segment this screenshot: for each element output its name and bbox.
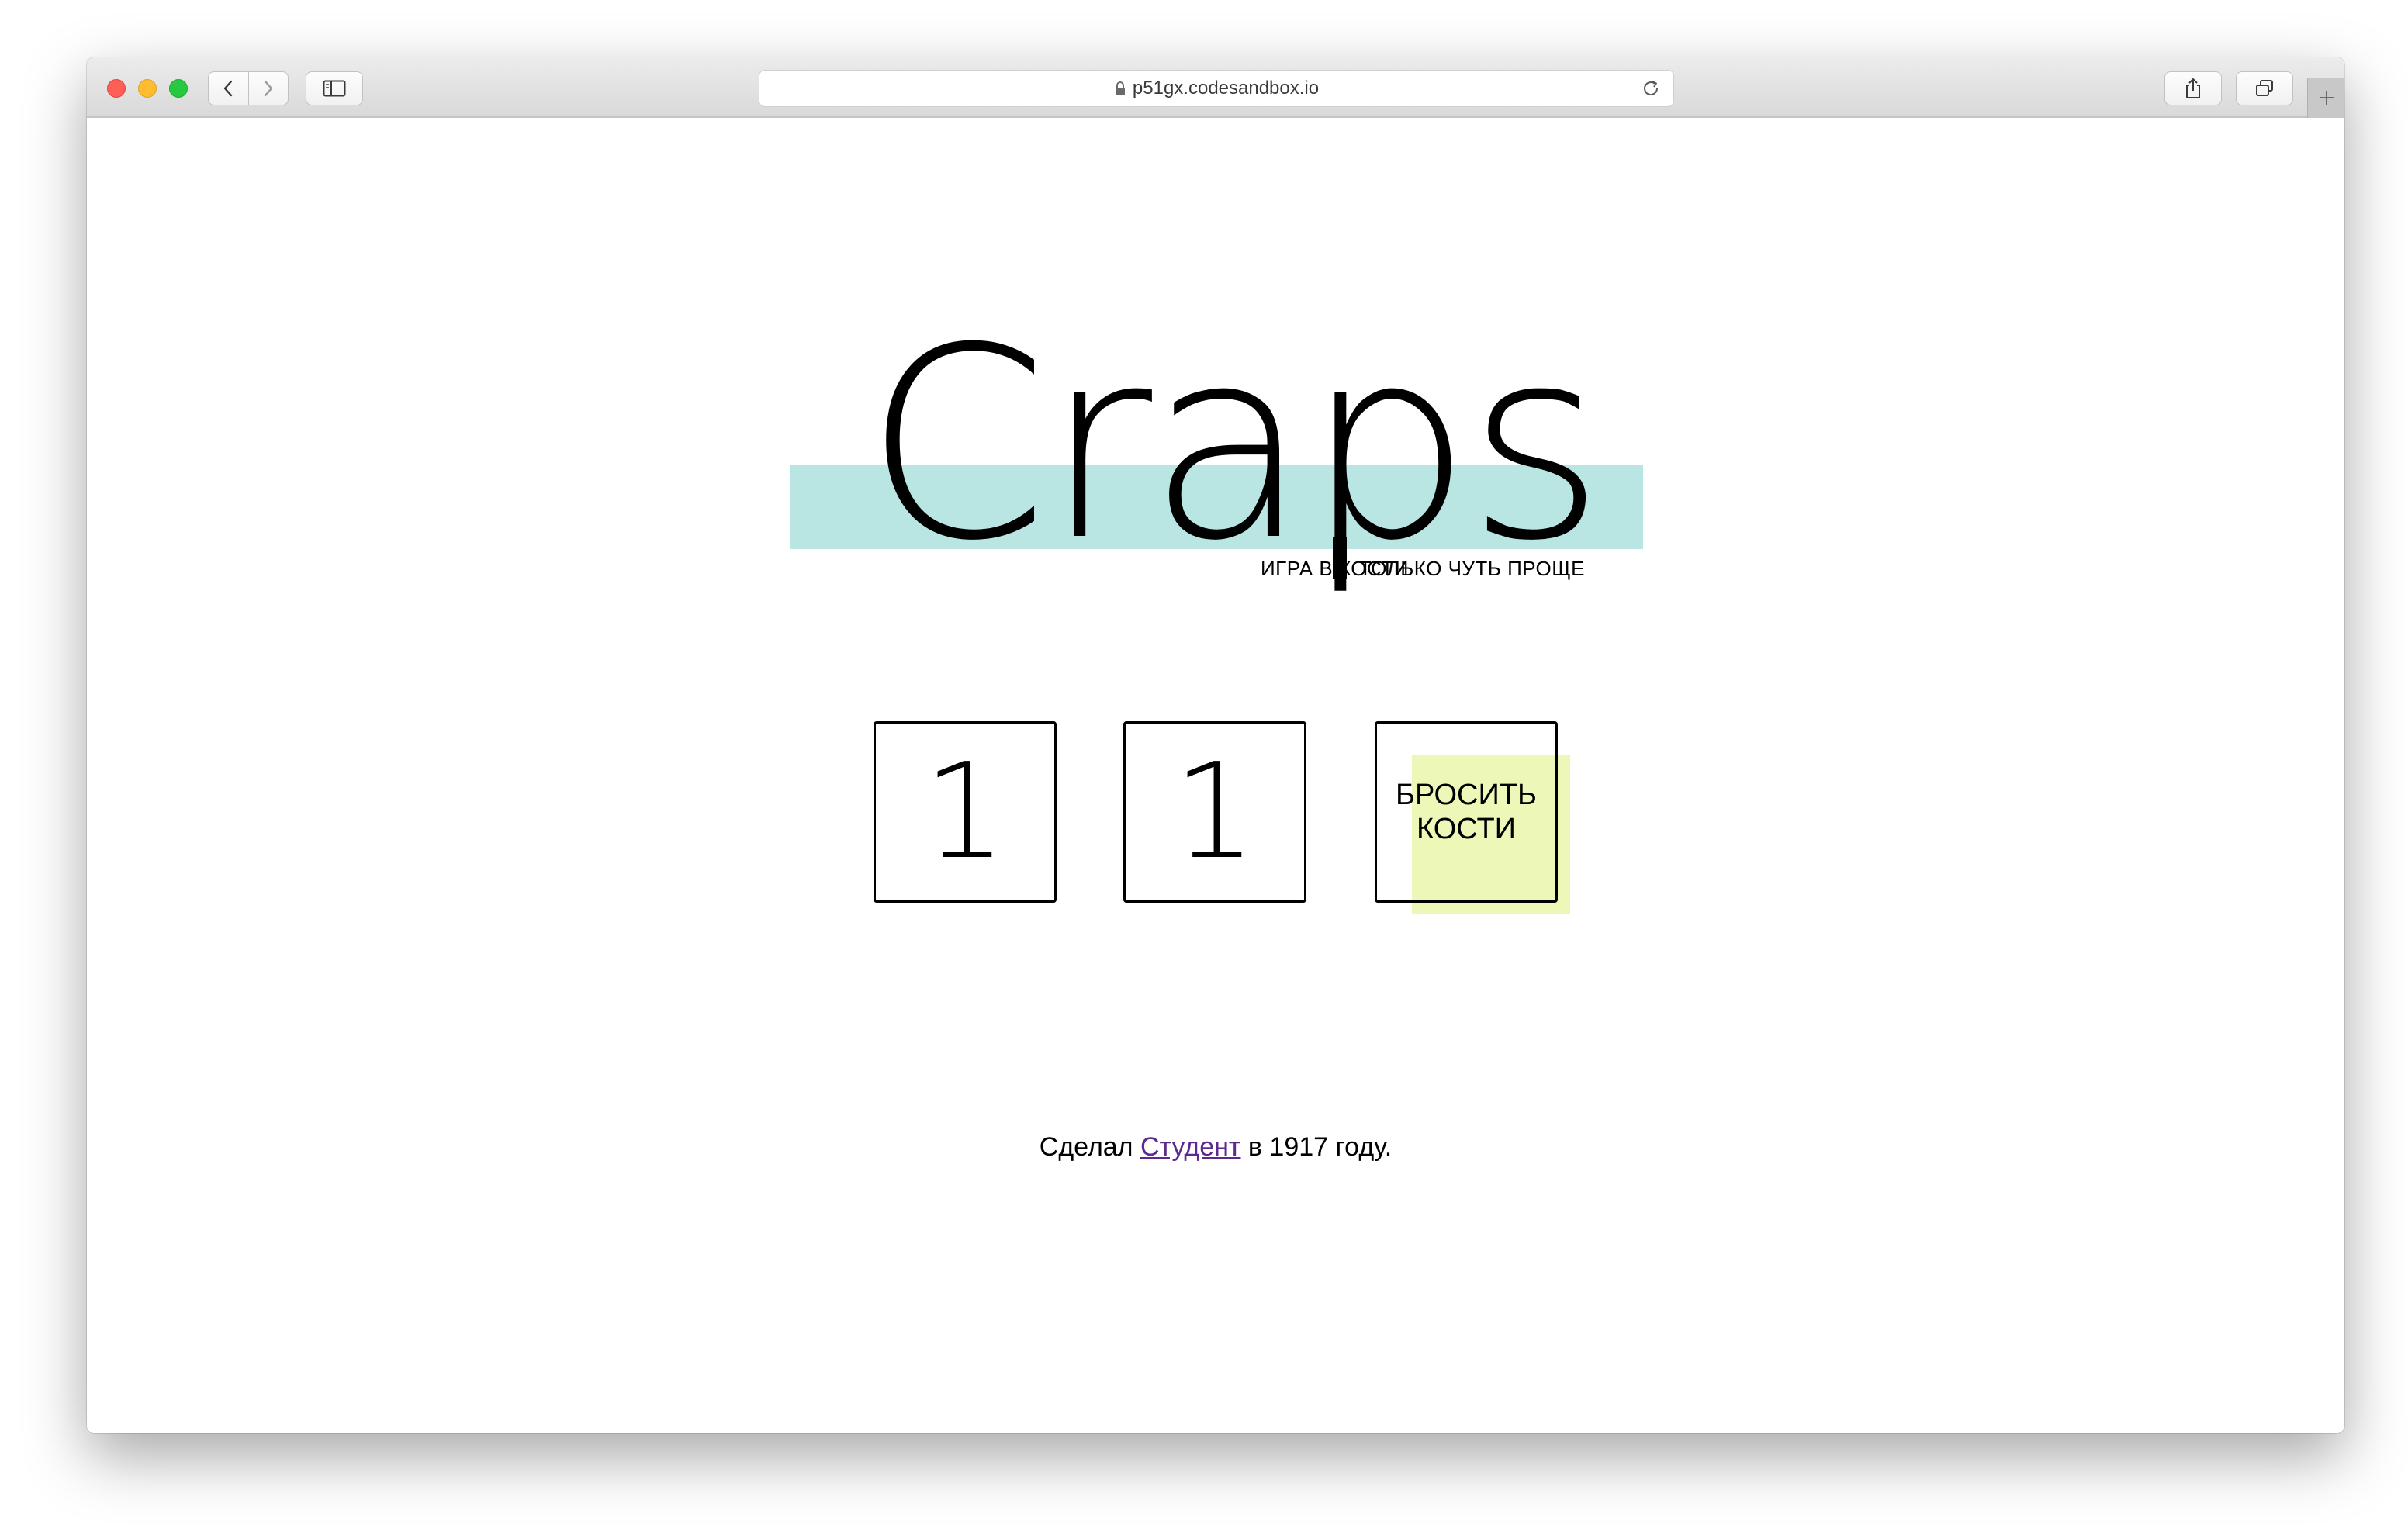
browser-window: p51gx.codesandbox.io Craps ИГРА В КОСТИ … — [87, 57, 2344, 1433]
logo-title: Craps — [864, 292, 1605, 599]
browser-toolbar: p51gx.codesandbox.io — [87, 57, 2344, 118]
die-1: 1 — [874, 721, 1057, 903]
tabs-overview-icon — [2256, 80, 2273, 96]
back-button[interactable] — [209, 72, 248, 105]
footer-suffix: в 1917 году. — [1247, 1132, 1393, 1162]
roll-dice-area: БРОСИТЬ КОСТИ — [1375, 721, 1570, 917]
die-2: 1 — [1123, 721, 1306, 903]
url-text: p51gx.codesandbox.io — [1132, 78, 1320, 98]
logo-subtitle-right: ТОЛЬКО ЧУТЬ ПРОЩЕ — [1359, 557, 1585, 580]
desktop: p51gx.codesandbox.io Craps ИГРА В КОСТИ … — [0, 0, 2408, 1534]
die-1-value: 1 — [922, 735, 1008, 889]
share-icon — [2186, 78, 2200, 98]
author-link[interactable]: Студент — [1140, 1132, 1240, 1162]
share-button[interactable] — [2164, 71, 2222, 105]
die-2-value: 1 — [1172, 735, 1258, 889]
lock-icon — [1115, 81, 1125, 95]
chevron-left-icon — [224, 80, 233, 97]
reload-icon — [1644, 81, 1659, 95]
page-content: Craps ИГРА В КОСТИ ТОЛЬКО ЧУТЬ ПРОЩЕ 1 1… — [87, 118, 2344, 1433]
roll-dice-button[interactable]: БРОСИТЬ КОСТИ — [1375, 721, 1558, 903]
footer-prefix: Сделал — [1039, 1132, 1133, 1162]
footer-credit: Сделал Студент в 1917 году. — [87, 1132, 2344, 1163]
forward-button[interactable] — [247, 72, 289, 105]
address-bar[interactable]: p51gx.codesandbox.io — [759, 70, 1674, 107]
minimize-window-icon[interactable] — [138, 79, 157, 98]
tabs-overview-button[interactable] — [2236, 71, 2293, 105]
sidebar-toggle-button[interactable] — [306, 71, 363, 105]
new-tab-button[interactable] — [2307, 78, 2344, 118]
navigation-buttons — [208, 71, 289, 105]
close-window-icon[interactable] — [107, 79, 126, 98]
maximize-window-icon[interactable] — [169, 79, 188, 98]
chevron-right-icon — [264, 80, 272, 97]
reload-button[interactable] — [1641, 78, 1661, 102]
sidebar-icon — [323, 80, 346, 97]
plus-icon — [2319, 91, 2334, 105]
